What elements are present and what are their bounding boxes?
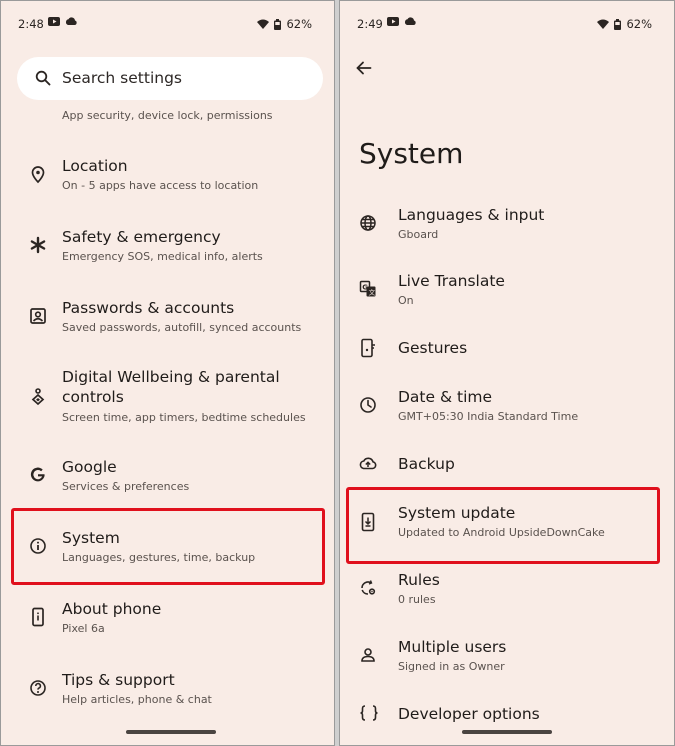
settings-item-google[interactable]: Google Services & preferences xyxy=(1,456,334,504)
search-icon xyxy=(35,70,51,86)
item-subtitle: 0 rules xyxy=(398,593,436,606)
battery-percent: 62% xyxy=(626,17,652,31)
item-title: Safety & emergency xyxy=(62,228,221,246)
system-item-live-translate[interactable]: G文 Live Translate On xyxy=(340,270,674,318)
settings-item-tips-support[interactable]: Tips & support Help articles, phone & ch… xyxy=(1,669,334,717)
globe-icon xyxy=(360,215,376,231)
item-title: Date & time xyxy=(398,388,493,406)
item-title: Live Translate xyxy=(398,272,505,290)
status-bar: 2:48 62% xyxy=(1,1,334,45)
status-time: 2:49 xyxy=(357,17,383,31)
item-title: Rules xyxy=(398,571,440,589)
settings-screen: 2:48 62% Search settings App security, d… xyxy=(0,0,335,746)
page-title: System xyxy=(359,137,464,170)
highlight-box xyxy=(11,508,325,585)
wifi-icon xyxy=(257,19,270,29)
settings-item-about-phone[interactable]: About phone Pixel 6a xyxy=(1,598,334,646)
item-title: Backup xyxy=(398,455,455,473)
nav-handle[interactable] xyxy=(126,730,216,734)
google-g-icon xyxy=(30,467,45,482)
help-icon xyxy=(30,680,46,696)
item-title-line2: controls xyxy=(62,388,124,406)
location-pin-icon xyxy=(31,166,45,184)
item-subtitle: Emergency SOS, medical info, alerts xyxy=(62,250,263,263)
item-title: Tips & support xyxy=(62,671,175,689)
rules-icon xyxy=(361,580,376,595)
item-title: Passwords & accounts xyxy=(62,299,235,317)
asterisk-icon xyxy=(30,236,46,254)
settings-item-location[interactable]: Location On - 5 apps have access to loca… xyxy=(1,155,334,203)
settings-item-digital-wellbeing[interactable]: Digital Wellbeing & parental controls Sc… xyxy=(1,367,334,431)
list-item-peek: App security, device lock, permissions xyxy=(62,109,273,122)
item-subtitle: Saved passwords, autofill, synced accoun… xyxy=(62,321,302,334)
account-box-icon xyxy=(30,308,46,324)
system-item-rules[interactable]: Rules 0 rules xyxy=(340,569,674,617)
battery-icon xyxy=(614,18,622,30)
highlight-box xyxy=(346,487,660,564)
braces-icon xyxy=(360,705,378,721)
item-title: Location xyxy=(62,157,128,175)
phone-info-icon xyxy=(32,607,44,627)
cloud-upload-icon xyxy=(359,457,377,470)
item-subtitle: Screen time, app timers, bedtime schedul… xyxy=(62,411,306,424)
item-title-line1: Digital Wellbeing & parental xyxy=(62,368,280,386)
youtube-icon xyxy=(387,17,399,26)
svg-text:文: 文 xyxy=(369,288,376,297)
item-subtitle: Pixel 6a xyxy=(62,622,105,635)
item-title: About phone xyxy=(62,600,162,618)
svg-text:G: G xyxy=(362,284,368,292)
translate-icon: G文 xyxy=(359,280,376,297)
cloud-icon xyxy=(404,17,416,25)
wifi-icon xyxy=(597,19,610,29)
system-item-backup[interactable]: Backup xyxy=(340,453,674,481)
back-arrow-icon[interactable] xyxy=(355,59,373,77)
item-subtitle: Gboard xyxy=(398,228,439,241)
status-time: 2:48 xyxy=(18,17,44,31)
person-icon xyxy=(361,648,375,662)
cloud-icon xyxy=(65,17,77,25)
item-subtitle: On - 5 apps have access to location xyxy=(62,179,259,192)
youtube-icon xyxy=(48,17,60,26)
system-item-gestures[interactable]: Gestures xyxy=(340,337,674,365)
item-title: Languages & input xyxy=(398,206,545,224)
system-screen: 2:49 62% System Languages & input Gboard… xyxy=(339,0,675,746)
item-subtitle: Signed in as Owner xyxy=(398,660,505,673)
wellbeing-icon xyxy=(31,388,45,406)
search-input[interactable]: Search settings xyxy=(17,57,323,100)
battery-icon xyxy=(274,18,282,30)
search-placeholder: Search settings xyxy=(62,69,182,87)
item-subtitle: On xyxy=(398,294,414,307)
system-item-languages[interactable]: Languages & input Gboard xyxy=(340,204,674,252)
item-subtitle: Help articles, phone & chat xyxy=(62,693,212,706)
status-bar: 2:49 62% xyxy=(340,1,674,45)
clock-icon xyxy=(360,397,376,413)
settings-item-safety[interactable]: Safety & emergency Emergency SOS, medica… xyxy=(1,226,334,274)
nav-handle[interactable] xyxy=(462,730,552,734)
item-title: Multiple users xyxy=(398,638,507,656)
item-title: Gestures xyxy=(398,339,468,357)
item-title: Developer options xyxy=(398,705,540,723)
system-item-multiple-users[interactable]: Multiple users Signed in as Owner xyxy=(340,636,674,684)
item-subtitle: GMT+05:30 India Standard Time xyxy=(398,410,579,423)
system-item-date-time[interactable]: Date & time GMT+05:30 India Standard Tim… xyxy=(340,386,674,434)
system-item-developer-options[interactable]: Developer options xyxy=(340,703,674,727)
item-title: Google xyxy=(62,458,117,476)
battery-percent: 62% xyxy=(286,17,312,31)
settings-item-passwords[interactable]: Passwords & accounts Saved passwords, au… xyxy=(1,297,334,345)
gesture-phone-icon xyxy=(361,338,375,358)
item-subtitle: Services & preferences xyxy=(62,480,190,493)
